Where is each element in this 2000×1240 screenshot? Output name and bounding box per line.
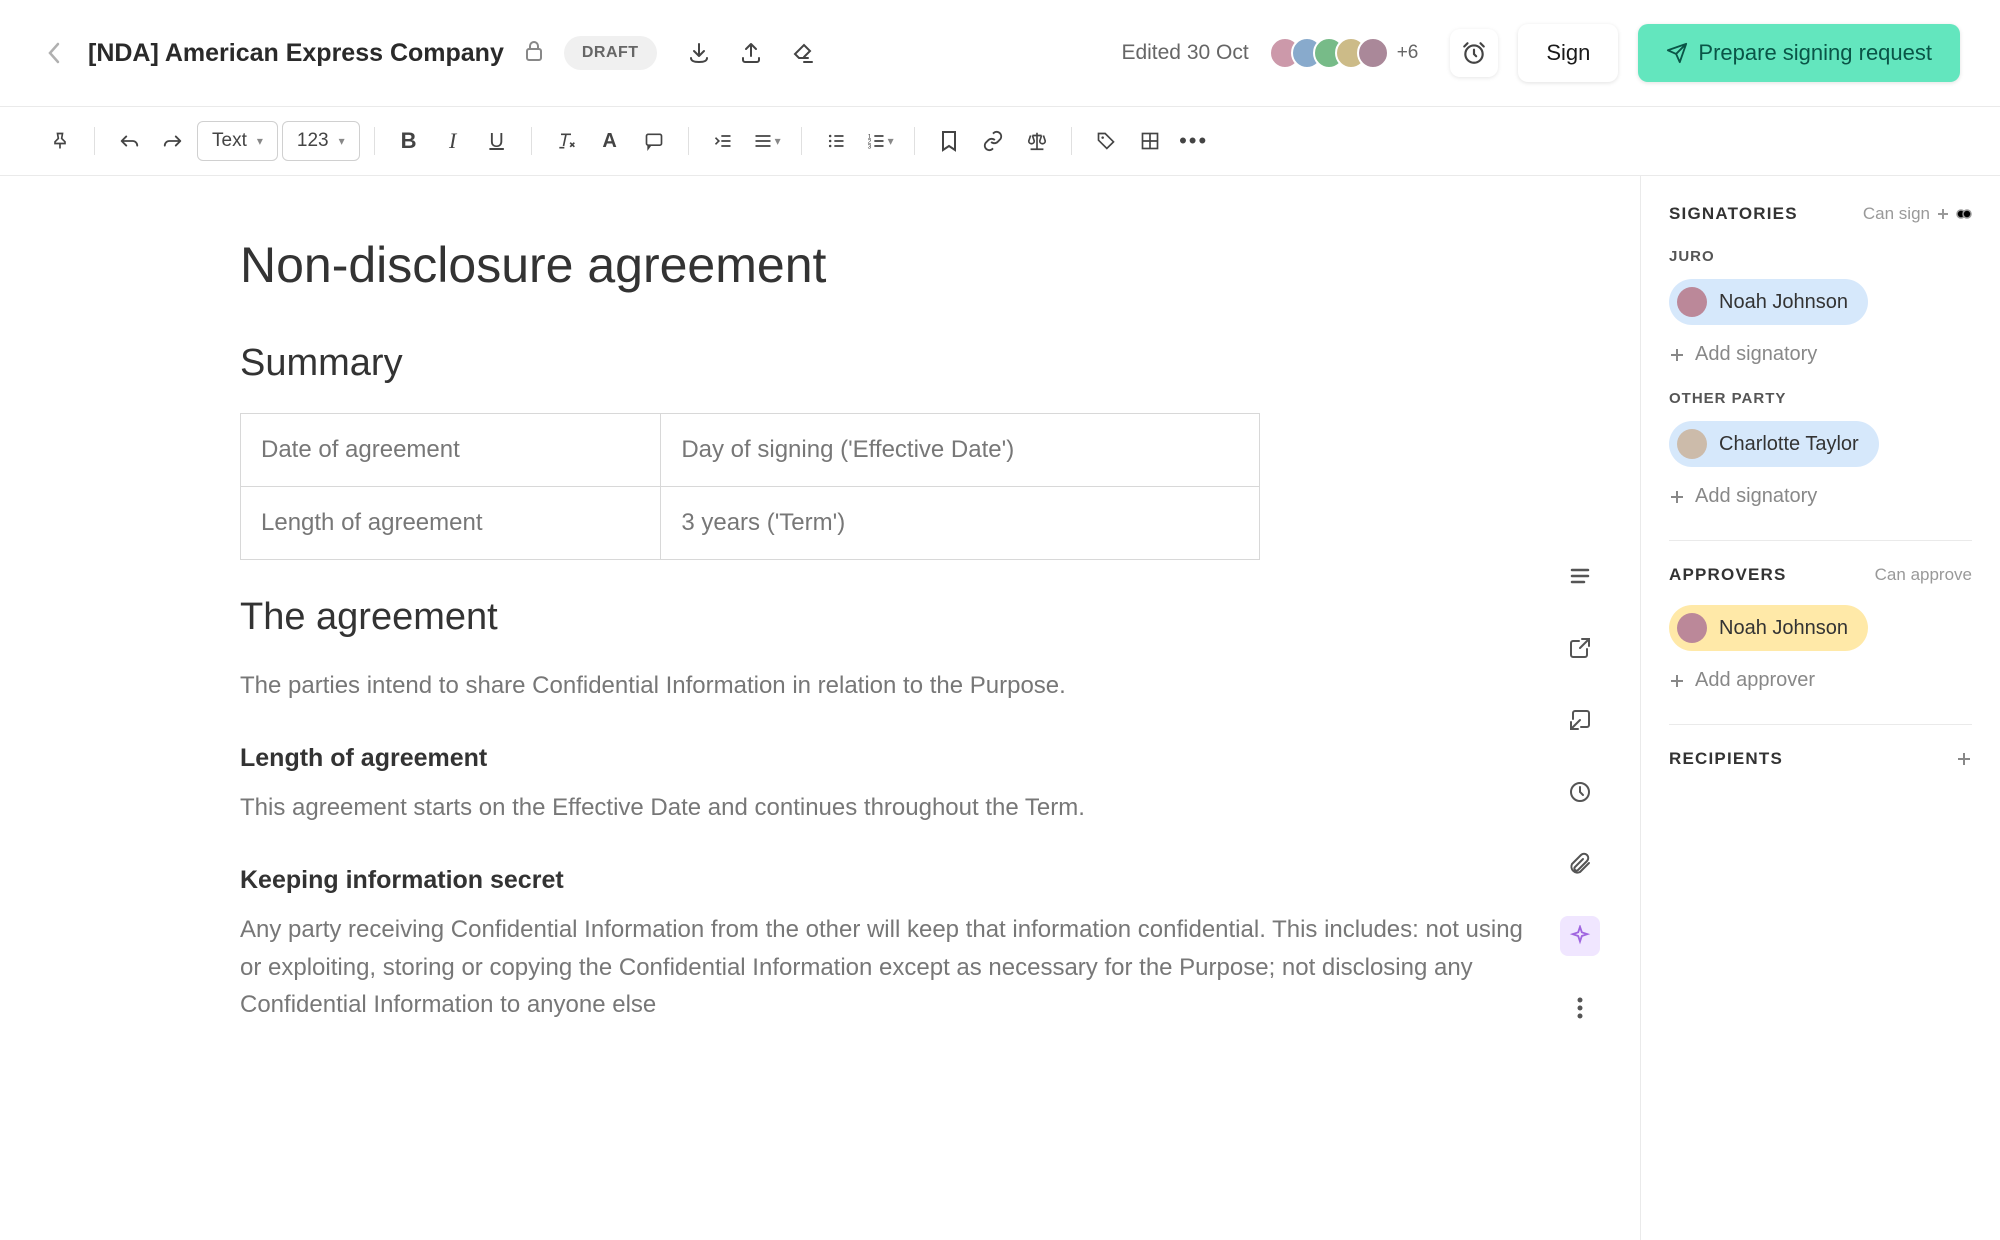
approvers-heading: APPROVERS (1669, 565, 1787, 585)
scales-icon[interactable] (1017, 121, 1057, 161)
doc-h2-summary: Summary (240, 342, 1550, 385)
doc-h1: Non-disclosure agreement (240, 236, 1550, 294)
pin-icon[interactable] (40, 121, 80, 161)
table-button[interactable] (1130, 121, 1170, 161)
tag-button[interactable] (1086, 121, 1126, 161)
link-button[interactable] (973, 121, 1013, 161)
summary-table: Date of agreement Day of signing ('Effec… (240, 413, 1260, 560)
redo-button[interactable] (153, 121, 193, 161)
doc-h2-agreement: The agreement (240, 596, 1550, 639)
info-icon[interactable] (1956, 207, 1972, 221)
avatar (1677, 429, 1707, 459)
prepare-signing-button[interactable]: Prepare signing request (1638, 24, 1960, 82)
table-row: Date of agreement Day of signing ('Effec… (241, 414, 1260, 487)
editor-toolbar: Text▾ 123▾ B I U A ▾ 123▾ ••• (0, 107, 2000, 176)
plus-icon[interactable] (1936, 207, 1950, 221)
editor-side-tools (1560, 556, 1600, 1028)
lock-icon (524, 40, 544, 67)
share-in-icon[interactable] (1560, 700, 1600, 740)
plus-icon (1669, 347, 1685, 363)
doc-h3-keeping: Keeping information secret (240, 866, 1550, 895)
add-signatory-button[interactable]: Add signatory (1669, 485, 1972, 508)
attachment-icon[interactable] (1560, 844, 1600, 884)
can-approve-label: Can approve (1875, 565, 1972, 585)
more-button[interactable]: ••• (1174, 121, 1214, 161)
party-other-label: OTHER PARTY (1669, 390, 1972, 407)
document-title: [NDA] American Express Company (88, 39, 504, 68)
plus-icon[interactable] (1956, 751, 1972, 767)
right-panel: SIGNATORIES Can sign JURO Noah Johnson A… (1640, 176, 2000, 1240)
italic-button[interactable]: I (433, 121, 473, 161)
doc-h3-length: Length of agreement (240, 744, 1550, 773)
edited-timestamp: Edited 30 Oct (1121, 41, 1248, 65)
indent-button[interactable] (703, 121, 743, 161)
text-color-button[interactable]: A (590, 121, 630, 161)
underline-button[interactable]: U (477, 121, 517, 161)
download-icon[interactable] (685, 39, 713, 67)
avatar (1677, 287, 1707, 317)
plus-icon (1669, 673, 1685, 689)
text-style-select[interactable]: Text▾ (197, 121, 278, 161)
status-badge: DRAFT (564, 36, 657, 70)
table-row: Length of agreement 3 years ('Term') (241, 487, 1260, 560)
avatar (1357, 37, 1389, 69)
font-size-select[interactable]: 123▾ (282, 121, 360, 161)
history-icon[interactable] (1560, 772, 1600, 812)
clear-format-button[interactable] (546, 121, 586, 161)
reminder-button[interactable] (1450, 29, 1498, 77)
signatories-heading: SIGNATORIES (1669, 204, 1798, 224)
bookmark-button[interactable] (929, 121, 969, 161)
signatory-chip[interactable]: Charlotte Taylor (1669, 421, 1879, 467)
send-icon (1666, 42, 1688, 64)
bullet-list-button[interactable] (816, 121, 856, 161)
doc-paragraph: This agreement starts on the Effective D… (240, 789, 1550, 826)
sign-button[interactable]: Sign (1518, 24, 1618, 82)
ai-sparkle-icon[interactable] (1560, 916, 1600, 956)
comment-button[interactable] (634, 121, 674, 161)
avatar-more-count: +6 (1397, 42, 1419, 64)
undo-button[interactable] (109, 121, 149, 161)
svg-text:3: 3 (867, 144, 871, 151)
app-header: [NDA] American Express Company DRAFT Edi… (0, 0, 2000, 107)
align-button[interactable]: ▾ (747, 121, 787, 161)
bold-button[interactable]: B (389, 121, 429, 161)
more-vertical-icon[interactable] (1560, 988, 1600, 1028)
editor-area[interactable]: Non-disclosure agreement Summary Date of… (0, 176, 1640, 1240)
collaborator-avatars[interactable]: +6 (1269, 37, 1419, 69)
party-juro-label: JURO (1669, 248, 1972, 265)
outline-icon[interactable] (1560, 556, 1600, 596)
back-button[interactable] (40, 39, 68, 67)
avatar (1677, 613, 1707, 643)
add-approver-button[interactable]: Add approver (1669, 669, 1972, 692)
can-sign-label: Can sign (1863, 204, 1972, 224)
recipients-heading: RECIPIENTS (1669, 749, 1783, 769)
plus-icon (1669, 489, 1685, 505)
share-out-icon[interactable] (1560, 628, 1600, 668)
signatory-chip[interactable]: Noah Johnson (1669, 279, 1868, 325)
upload-icon[interactable] (737, 39, 765, 67)
approver-chip[interactable]: Noah Johnson (1669, 605, 1868, 651)
numbered-list-button[interactable]: 123▾ (860, 121, 900, 161)
add-signatory-button[interactable]: Add signatory (1669, 343, 1972, 366)
doc-paragraph: The parties intend to share Confidential… (240, 667, 1550, 704)
doc-paragraph: Any party receiving Confidential Informa… (240, 911, 1550, 1023)
eraser-icon[interactable] (789, 39, 817, 67)
